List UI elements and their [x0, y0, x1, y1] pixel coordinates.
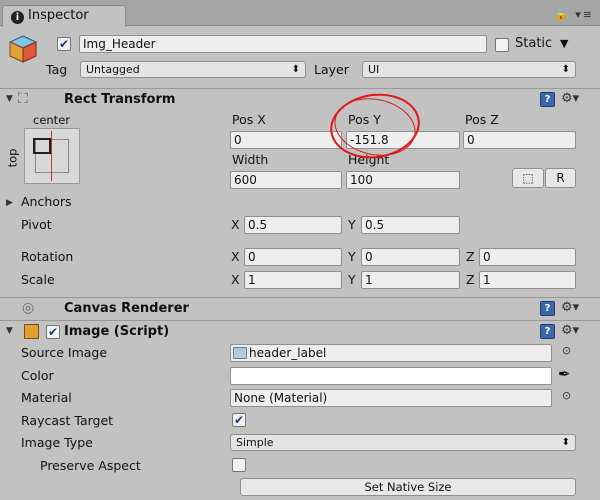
- active-checkbox[interactable]: ✔: [57, 37, 71, 51]
- scale-y-label: Y: [348, 272, 356, 287]
- lock-menu-icon[interactable]: 🔒 ▾≡: [554, 8, 594, 21]
- source-image-field[interactable]: header_label: [230, 344, 552, 362]
- pivot-x-label: X: [231, 217, 240, 232]
- pos-x-field[interactable]: 0: [230, 131, 342, 149]
- gear-icon[interactable]: ⚙▾: [561, 300, 579, 315]
- material-field[interactable]: None (Material): [230, 389, 552, 407]
- rotation-x-field[interactable]: 0: [244, 248, 342, 266]
- tab-inspector[interactable]: i Inspector: [2, 5, 126, 27]
- canvas-renderer-icon: ◎: [22, 300, 35, 316]
- pivot-x-field[interactable]: 0.5: [244, 216, 342, 234]
- material-label: Material: [21, 390, 72, 405]
- section-title: Image (Script): [64, 324, 170, 339]
- eyedropper-icon[interactable]: ✒: [558, 366, 571, 382]
- static-label: Static: [515, 36, 553, 51]
- tag-value: Untagged: [86, 63, 140, 76]
- dropdown-arrow-icon: ⬍: [561, 64, 570, 75]
- rotation-y-field[interactable]: 0: [361, 248, 460, 266]
- scale-label: Scale: [21, 272, 55, 287]
- pos-z-label: Pos Z: [465, 112, 499, 127]
- width-label: Width: [232, 152, 269, 167]
- color-swatch[interactable]: [230, 367, 552, 385]
- gameobject-cube-icon: [8, 34, 38, 64]
- layer-label: Layer: [314, 62, 349, 77]
- preserve-aspect-label: Preserve Aspect: [40, 458, 141, 473]
- scale-x-field[interactable]: 1: [244, 271, 342, 289]
- pivot-y-field[interactable]: 0.5: [361, 216, 460, 234]
- anchor-preset-button[interactable]: [24, 128, 80, 184]
- anchor-horizontal-label: center: [33, 113, 70, 127]
- tag-dropdown[interactable]: Untagged ⬍: [80, 61, 306, 78]
- image-type-dropdown[interactable]: Simple ⬍: [230, 434, 576, 451]
- anchor-rect-icon: [33, 138, 51, 154]
- rotation-z-field[interactable]: 0: [479, 248, 576, 266]
- image-enabled-checkbox[interactable]: ✔: [46, 325, 60, 339]
- anchors-label[interactable]: Anchors: [21, 194, 72, 210]
- set-native-size-button[interactable]: Set Native Size: [240, 478, 576, 496]
- tab-strip: i Inspector 🔒 ▾≡: [0, 0, 600, 27]
- source-image-label: Source Image: [21, 345, 108, 360]
- tag-label: Tag: [46, 62, 68, 77]
- object-name-field[interactable]: Img_Header: [79, 35, 487, 53]
- pivot-label: Pivot: [21, 217, 52, 232]
- section-title: Canvas Renderer: [64, 301, 189, 316]
- image-script-header[interactable]: ▼ ✔ Image (Script) ? ⚙▾: [0, 320, 600, 342]
- image-type-value: Simple: [236, 436, 274, 449]
- rotation-label: Rotation: [21, 249, 74, 264]
- scale-z-label: Z: [466, 272, 475, 287]
- help-book-icon[interactable]: ?: [540, 324, 555, 339]
- anchors-foldout-arrow-icon[interactable]: ▶: [6, 195, 13, 211]
- anchor-vertical-label: top: [5, 148, 20, 168]
- static-dropdown-icon[interactable]: ▼: [560, 36, 568, 52]
- scale-x-label: X: [231, 272, 240, 287]
- source-image-value: header_label: [249, 346, 327, 360]
- rect-transform-header[interactable]: ▼ ⛶ Rect Transform ? ⚙▾: [0, 88, 600, 110]
- foldout-arrow-icon[interactable]: ▼: [6, 94, 13, 104]
- help-book-icon[interactable]: ?: [540, 301, 555, 316]
- tab-title: Inspector: [28, 8, 89, 23]
- width-field[interactable]: 600: [230, 171, 342, 189]
- section-title: Rect Transform: [64, 92, 176, 107]
- sprite-icon: [233, 347, 247, 359]
- raw-edit-button[interactable]: R: [545, 168, 576, 188]
- canvas-renderer-header[interactable]: ◎ Canvas Renderer ? ⚙▾: [0, 297, 600, 319]
- info-icon: i: [11, 11, 24, 24]
- pos-z-field[interactable]: 0: [463, 131, 576, 149]
- raycast-target-checkbox[interactable]: ✔: [232, 413, 246, 427]
- rect-transform-icon: ⛶: [18, 91, 28, 107]
- help-book-icon[interactable]: ?: [540, 92, 555, 107]
- gear-icon[interactable]: ⚙▾: [561, 323, 579, 338]
- preserve-aspect-checkbox[interactable]: [232, 458, 246, 472]
- object-picker-icon[interactable]: ⊙: [562, 389, 571, 402]
- rotation-x-label: X: [231, 249, 240, 264]
- blueprint-mode-button[interactable]: ⬚: [512, 168, 544, 188]
- scale-z-field[interactable]: 1: [479, 271, 576, 289]
- dropdown-arrow-icon: ⬍: [291, 64, 300, 75]
- gear-icon[interactable]: ⚙▾: [561, 91, 579, 106]
- pivot-y-label: Y: [348, 217, 356, 232]
- rotation-y-label: Y: [348, 249, 356, 264]
- object-picker-icon[interactable]: ⊙: [562, 344, 571, 357]
- static-checkbox[interactable]: [495, 38, 509, 52]
- height-field[interactable]: 100: [346, 171, 460, 189]
- layer-value: UI: [368, 63, 380, 76]
- layer-dropdown[interactable]: UI ⬍: [362, 61, 576, 78]
- scale-y-field[interactable]: 1: [361, 271, 460, 289]
- color-label: Color: [21, 368, 54, 383]
- pos-x-label: Pos X: [232, 112, 266, 127]
- rotation-z-label: Z: [466, 249, 475, 264]
- raycast-target-label: Raycast Target: [21, 413, 114, 428]
- dropdown-arrow-icon: ⬍: [561, 437, 570, 448]
- foldout-arrow-icon[interactable]: ▼: [6, 326, 13, 336]
- image-component-icon: [24, 324, 39, 339]
- anchor-guide-line: [51, 131, 52, 181]
- image-type-label: Image Type: [21, 435, 93, 450]
